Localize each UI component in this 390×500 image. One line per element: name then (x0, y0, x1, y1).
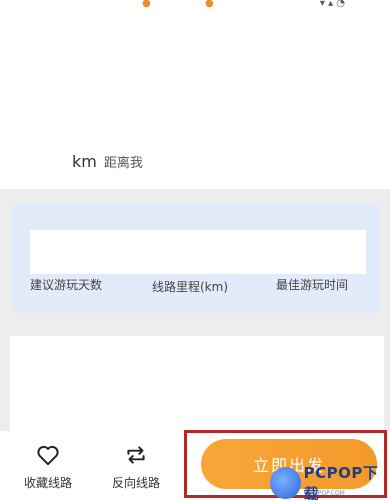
status-bar: ● ● ▾ ▴ ◔ (0, 0, 390, 14)
route-detail-card (10, 336, 384, 431)
swap-arrows-icon (127, 446, 145, 464)
reverse-route-button[interactable]: 反向线路 (104, 442, 168, 491)
distance-label: 距离我 (103, 156, 143, 171)
distance-row: km 距离我 (72, 152, 143, 171)
suggested-days-label: 建议游玩天数 (30, 278, 103, 292)
watermark-sub: PCPOP.COM (310, 490, 345, 497)
heart-icon (37, 445, 59, 466)
watermark-logo-icon (270, 467, 301, 499)
route-stats-panel: 建议游玩天数 线路里程(km) 最佳游玩时间 (12, 203, 380, 313)
favorite-route-label: 收藏线路 (23, 476, 72, 490)
distance-unit: km (72, 152, 97, 171)
favorite-route-button[interactable]: 收藏线路 (16, 442, 80, 491)
stats-values-row (30, 230, 366, 274)
watermark: PCPOP下载 PCPOP.COM (270, 462, 390, 500)
reverse-route-label: 反向线路 (111, 476, 160, 490)
route-mileage-label: 线路里程(km) (152, 280, 229, 294)
notification-dot-icon: ● (205, 0, 214, 9)
status-indicators: ▾ ▴ ◔ (319, 0, 345, 9)
best-time-label: 最佳游玩时间 (276, 278, 349, 292)
notification-dot-icon: ● (142, 0, 151, 9)
